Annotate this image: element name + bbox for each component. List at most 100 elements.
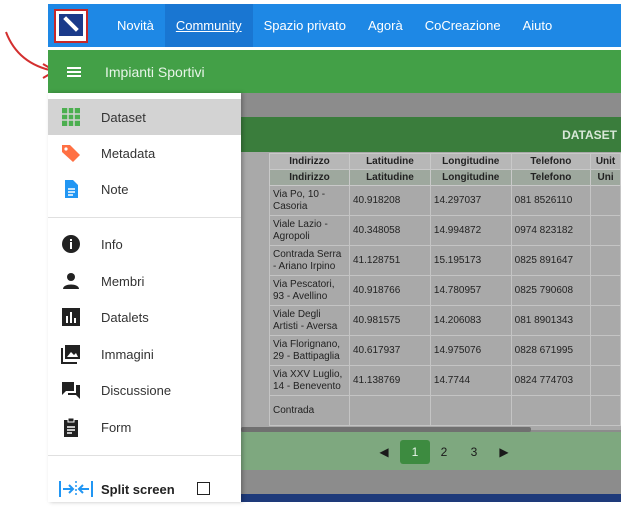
table-cell bbox=[590, 275, 621, 306]
person-icon bbox=[63, 273, 79, 289]
column-filter[interactable]: Indirizzo bbox=[269, 169, 350, 186]
split-screen-icon bbox=[59, 481, 93, 497]
table-cell bbox=[590, 185, 621, 216]
table-cell bbox=[349, 395, 431, 426]
column-header[interactable]: Indirizzo bbox=[269, 153, 350, 170]
sidebar-item-immagini[interactable]: Immagini bbox=[48, 336, 241, 372]
footer-strip bbox=[241, 494, 621, 502]
table-cell: 14.994872 bbox=[429, 215, 512, 246]
sidebar-item-datalets[interactable]: Datalets bbox=[48, 299, 241, 335]
page-button-1[interactable]: 1 bbox=[400, 440, 430, 464]
table-cell: 0828 671995 bbox=[510, 335, 592, 366]
table-cell bbox=[510, 395, 592, 426]
table-cell: 14.7744 bbox=[429, 365, 512, 396]
sidebar-item-note[interactable]: Note bbox=[48, 171, 241, 207]
table-row[interactable]: Via XXV Luglio, 14 - Benevento 41.138769 1… bbox=[269, 365, 621, 396]
table-row[interactable]: Via Florignano, 29 - Battipaglia 40.61793… bbox=[269, 335, 621, 366]
sidebar-item-label: Immagini bbox=[101, 347, 154, 362]
table-row[interactable]: Contrada bbox=[269, 395, 621, 426]
dataset-card-header: DATASET bbox=[241, 117, 621, 152]
sidebar-item-label: Discussione bbox=[101, 383, 172, 398]
table-cell: 40.348058 bbox=[349, 215, 431, 246]
document-icon bbox=[65, 180, 78, 198]
sidebar-item-metadata[interactable]: Metadata bbox=[48, 135, 241, 171]
table-cell: Contrada Serra - Ariano Irpino bbox=[269, 245, 350, 276]
table-cell: 14.780957 bbox=[429, 275, 512, 306]
next-page-icon[interactable]: ▶ bbox=[497, 440, 511, 464]
table-cell bbox=[590, 335, 621, 366]
table-cell: 0825 790608 bbox=[510, 275, 592, 306]
sidebar-item-form[interactable]: Form bbox=[48, 409, 241, 445]
table-cell: 15.195173 bbox=[429, 245, 512, 276]
page-title: Impianti Sportivi bbox=[105, 63, 205, 80]
image-icon bbox=[61, 345, 80, 364]
sidebar-item-label: Note bbox=[101, 182, 129, 197]
table-cell bbox=[590, 395, 621, 426]
tag-icon bbox=[62, 145, 80, 162]
sidebar-item-membri[interactable]: Membri bbox=[48, 263, 241, 299]
page-button-3[interactable]: 3 bbox=[467, 440, 481, 464]
sidebar-item-info[interactable]: Info bbox=[48, 226, 241, 262]
table-cell: 0974 823182 bbox=[510, 215, 592, 246]
side-drawer: Dataset Metadata Note Info Membri Datale… bbox=[48, 93, 241, 502]
split-screen-label: Split screen bbox=[101, 482, 175, 497]
dataset-header-bar: Impianti Sportivi bbox=[48, 50, 621, 93]
table-cell bbox=[429, 395, 512, 426]
table-cell: 40.981575 bbox=[349, 305, 431, 336]
sidebar-divider bbox=[48, 217, 241, 218]
dataset-table-container[interactable]: Indirizzo Latitudine Longitudine Telefon… bbox=[241, 152, 621, 430]
split-screen-checkbox[interactable] bbox=[197, 482, 210, 495]
nav-aiuto[interactable]: Aiuto bbox=[512, 4, 564, 47]
table-cell bbox=[590, 305, 621, 336]
table-cell: Via Pescatori, 93 - Avellino bbox=[269, 275, 350, 306]
column-filter[interactable]: Uni bbox=[590, 169, 621, 186]
clipboard-icon bbox=[64, 417, 78, 437]
column-filter[interactable]: Latitudine bbox=[349, 169, 431, 186]
table-cell: 0825 891647 bbox=[510, 245, 592, 276]
column-filter[interactable]: Longitudine bbox=[429, 169, 512, 186]
top-navbar: Novità Community Spazio privato Agorà Co… bbox=[48, 4, 621, 47]
sidebar-item-label: Metadata bbox=[101, 146, 156, 161]
table-cell: 081 8901343 bbox=[510, 305, 592, 336]
table-cell: Via Florignano, 29 - Battipaglia bbox=[269, 335, 350, 366]
nav-novita[interactable]: Novità bbox=[106, 4, 165, 47]
info-icon bbox=[62, 235, 80, 253]
prev-page-icon[interactable]: ◀ bbox=[377, 440, 391, 464]
sidebar-item-label: Datalets bbox=[101, 310, 149, 325]
nav-cocreazione[interactable]: CoCreazione bbox=[414, 4, 512, 47]
table-cell: 41.138769 bbox=[349, 365, 431, 396]
sidebar-item-discussione[interactable]: Discussione bbox=[48, 372, 241, 408]
nav-community[interactable]: Community bbox=[164, 4, 253, 47]
table-cell bbox=[590, 245, 621, 276]
table-cell: Contrada bbox=[269, 395, 350, 426]
grid-icon bbox=[62, 108, 80, 126]
table-cell: 40.918208 bbox=[349, 185, 431, 216]
table-cell: Via XXV Luglio, 14 - Benevento bbox=[269, 365, 350, 396]
column-header[interactable]: Telefono bbox=[510, 153, 592, 170]
column-header[interactable]: Latitudine bbox=[349, 153, 431, 170]
sidebar-item-label: Membri bbox=[101, 274, 145, 289]
page-button-2[interactable]: 2 bbox=[437, 440, 451, 464]
table-cell: 40.918766 bbox=[349, 275, 431, 306]
column-filter[interactable]: Telefono bbox=[510, 169, 592, 186]
table-row[interactable]: Via Po, 10 - Casoria 40.918208 14.297037 08… bbox=[269, 185, 621, 216]
hamburger-menu-icon[interactable] bbox=[67, 65, 81, 79]
sidebar-divider bbox=[48, 455, 241, 456]
nav-agora[interactable]: Agorà bbox=[357, 4, 414, 47]
column-header[interactable]: Longitudine bbox=[429, 153, 512, 170]
table-cell: 40.617937 bbox=[349, 335, 431, 366]
table-row[interactable]: Viale Degli Artisti - Aversa 40.981575 14.… bbox=[269, 305, 621, 336]
table-row[interactable]: Viale Lazio - Agropoli 40.348058 14.994872… bbox=[269, 215, 621, 246]
table-row[interactable]: Via Pescatori, 93 - Avellino 40.918766 14.… bbox=[269, 275, 621, 306]
sidebar-item-label: Info bbox=[101, 237, 123, 252]
table-row[interactable]: Contrada Serra - Ariano Irpino 41.128751 1… bbox=[269, 245, 621, 276]
pagination: ◀ 1 2 3 ▶ bbox=[241, 432, 621, 470]
table-cell: Via Po, 10 - Casoria bbox=[269, 185, 350, 216]
table-cell: 14.975076 bbox=[429, 335, 512, 366]
table-cell: 0824 774703 bbox=[510, 365, 592, 396]
nav-spazio-privato[interactable]: Spazio privato bbox=[253, 4, 357, 47]
column-header[interactable]: Unit bbox=[590, 153, 621, 170]
dataset-title: DATASET bbox=[562, 128, 617, 142]
sidebar-item-dataset[interactable]: Dataset bbox=[48, 99, 241, 135]
table-cell: 14.206083 bbox=[429, 305, 512, 336]
